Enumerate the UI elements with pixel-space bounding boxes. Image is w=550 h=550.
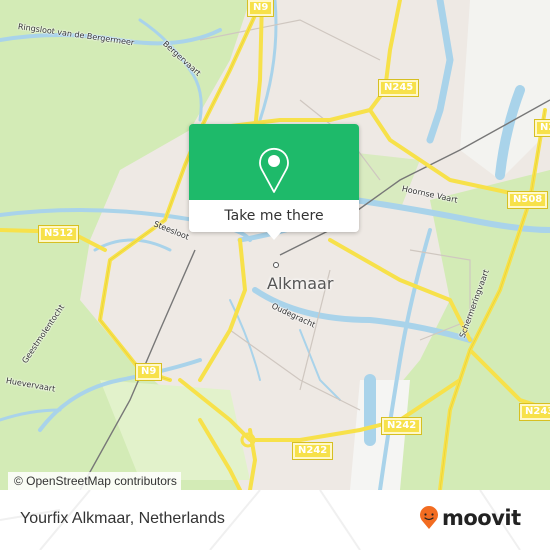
location-popup: Take me there	[189, 124, 359, 240]
map-pin-icon	[259, 147, 289, 193]
road-label-n9-top: N9	[246, 0, 275, 17]
moovit-logo[interactable]: moovit	[419, 506, 521, 530]
road-label-n242-right: N242	[380, 417, 423, 435]
road-label-n512: N512	[37, 225, 80, 243]
road-label-n508: N508	[506, 191, 549, 209]
map-tiles	[0, 0, 550, 490]
popup-pointer	[266, 231, 282, 240]
moovit-pin-icon	[420, 506, 438, 529]
place-name: Yourfix Alkmaar, Netherlands	[20, 510, 225, 527]
road-label-n245: N245	[377, 79, 420, 97]
map-view[interactable]: N9 N245 N2 N508 N512 N9 N243 N242 N242 R…	[0, 0, 550, 490]
popup-header	[189, 124, 359, 200]
take-me-there-button[interactable]: Take me there	[189, 200, 359, 232]
road-label-n243: N243	[518, 403, 550, 421]
road-label-n242-bottom: N242	[291, 442, 334, 460]
city-label: Alkmaar	[267, 274, 334, 293]
road-label-n9-bottom: N9	[134, 363, 163, 381]
city-marker	[273, 262, 279, 268]
moovit-wordmark: moovit	[442, 506, 521, 530]
map-attribution[interactable]: © OpenStreetMap contributors	[8, 472, 181, 490]
road-label-n2: N2	[533, 119, 550, 137]
